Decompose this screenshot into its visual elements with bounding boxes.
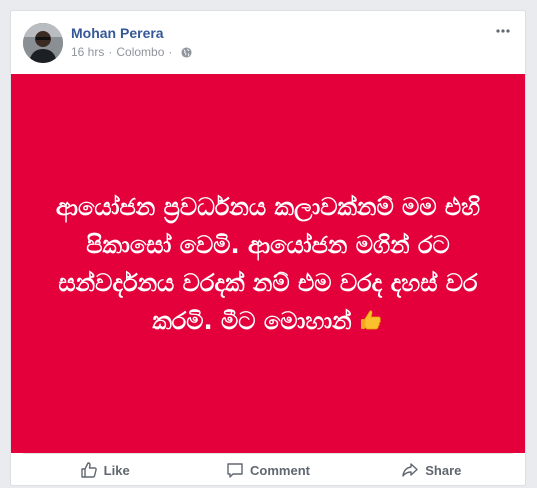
post-colored-background: ආයෝජන ප්‍රවර්ධනය කලාවක්නම් මම එහි පිකාසෝ… [11, 74, 525, 453]
post-text-container: ආයෝජන ප්‍රවර්ධනය කලාවක්නම් මම එහි පිකාසෝ… [48, 188, 488, 340]
comment-label: Comment [250, 462, 310, 478]
meta-separator: · [108, 45, 113, 59]
share-icon [402, 463, 418, 477]
share-button[interactable]: Share [350, 454, 513, 485]
author-name[interactable]: Mohan Perera [71, 25, 164, 41]
thumbs-up-icon [80, 462, 97, 478]
share-label: Share [425, 462, 462, 478]
like-label: Like [103, 462, 130, 478]
post-card: Mohan Perera 16 hrs · Colombo · ආයෝජන ප්… [10, 10, 526, 486]
post-text: ආයෝජන ප්‍රවර්ධනය කලාවක්නම් මම එහි පිකාසෝ… [55, 192, 481, 335]
thumbs-up-emoji-icon [360, 309, 381, 329]
comment-button[interactable]: Comment [186, 454, 349, 485]
post-meta: 16 hrs · Colombo · [71, 45, 192, 59]
meta-separator-2: · [168, 45, 173, 59]
avatar[interactable] [23, 23, 63, 63]
like-button[interactable]: Like [23, 454, 186, 485]
more-options-icon[interactable] [493, 23, 513, 39]
post-time[interactable]: 16 hrs [71, 45, 104, 59]
globe-icon[interactable] [181, 46, 192, 58]
comment-icon [227, 463, 243, 478]
post-header: Mohan Perera 16 hrs · Colombo · [11, 11, 525, 75]
post-location[interactable]: Colombo [116, 45, 164, 59]
post-actions: Like Comment Share [23, 453, 513, 485]
